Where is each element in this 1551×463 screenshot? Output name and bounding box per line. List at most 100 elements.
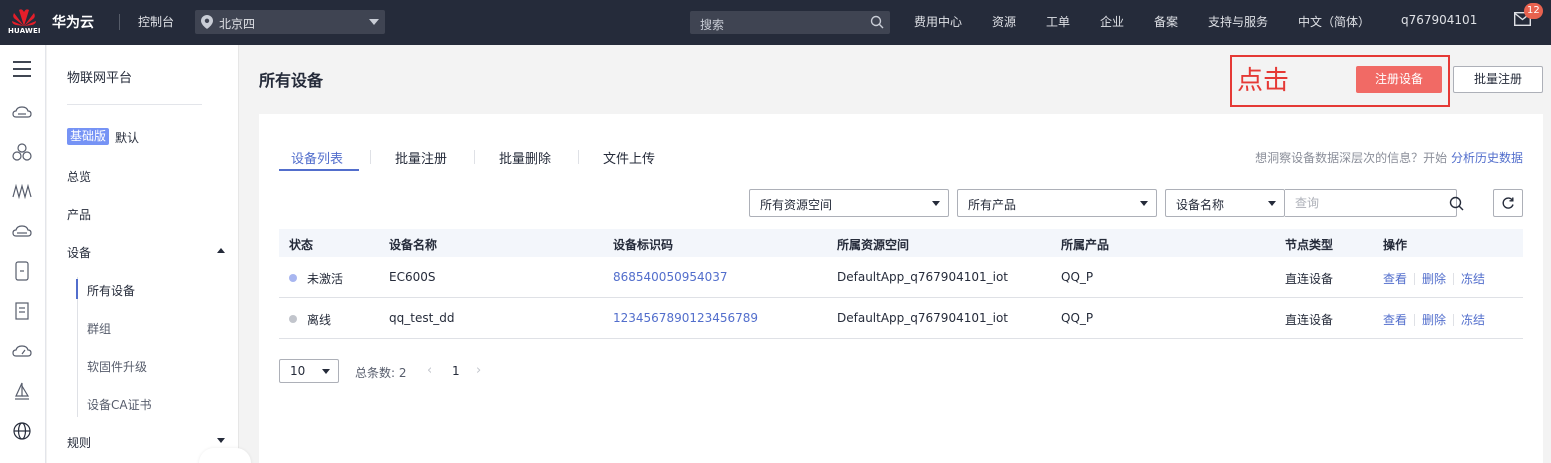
chevron-down-icon: [322, 369, 330, 374]
tab-batch-delete[interactable]: 批量删除: [499, 148, 551, 167]
delete-link[interactable]: 删除: [1422, 272, 1446, 286]
chevron-left-icon[interactable]: ‹: [427, 363, 432, 378]
resource-space-select[interactable]: 所有资源空间: [749, 189, 949, 217]
column-status: 状态: [289, 238, 314, 252]
status-text: 未激活: [307, 272, 344, 286]
table-row: 离线 qq_test_dd 1234567890123456789 Defaul…: [279, 298, 1523, 339]
document-icon[interactable]: [12, 301, 32, 321]
batch-register-button[interactable]: 批量注册: [1453, 66, 1543, 93]
query-input[interactable]: [1285, 189, 1457, 217]
page-size-value: 10: [290, 364, 306, 378]
view-link[interactable]: 查看: [1383, 313, 1407, 327]
node-type: 直连设备: [1285, 313, 1334, 327]
sidebar-item-devices[interactable]: 设备: [67, 244, 91, 261]
globe-icon[interactable]: [12, 421, 32, 441]
sidebar-item-groups[interactable]: 群组: [87, 320, 111, 337]
delete-link[interactable]: 删除: [1422, 313, 1446, 327]
tab-file-upload[interactable]: 文件上传: [603, 148, 655, 167]
chevron-up-icon[interactable]: [217, 248, 225, 253]
chevron-down-icon: [369, 19, 379, 25]
cloud-storage-icon[interactable]: [12, 221, 32, 241]
page-size-select[interactable]: 10: [279, 359, 339, 383]
sidebar-item-rules[interactable]: 规则: [67, 434, 91, 451]
tab-device-list[interactable]: 设备列表: [291, 148, 343, 167]
column-device-id: 设备标识码: [613, 238, 674, 252]
sidebar-item-products[interactable]: 产品: [67, 206, 91, 223]
search-icon[interactable]: [1449, 196, 1464, 211]
device-icon[interactable]: [12, 261, 32, 281]
sidebar-item-all-devices[interactable]: 所有设备: [87, 282, 135, 299]
refresh-button[interactable]: [1493, 189, 1523, 217]
register-device-button[interactable]: 注册设备: [1356, 66, 1442, 93]
sail-icon[interactable]: [12, 381, 32, 401]
cluster-icon[interactable]: [12, 142, 32, 162]
analyze-history-link[interactable]: 分析历史数据: [1451, 151, 1523, 165]
column-device-name: 设备名称: [389, 238, 438, 252]
chevron-down-icon: [1268, 201, 1276, 206]
nav-enterprise[interactable]: 企业: [1100, 13, 1124, 30]
node-type: 直连设备: [1285, 272, 1334, 286]
sidebar-item-firmware-upgrade[interactable]: 软固件升级: [87, 358, 147, 375]
divider: [1414, 314, 1416, 326]
nav-filing[interactable]: 备案: [1154, 13, 1178, 30]
annotation-text: 点击: [1237, 66, 1290, 96]
edition-badge: 基础版: [67, 128, 110, 145]
service-icon-rail: [0, 45, 46, 463]
chevron-down-icon: [932, 201, 940, 206]
resource-space: DefaultApp_q767904101_iot: [837, 270, 1008, 284]
edition-label[interactable]: 默认: [115, 129, 139, 146]
divider: [474, 150, 475, 164]
search-field-select[interactable]: 设备名称: [1165, 189, 1285, 217]
divider: [578, 150, 579, 164]
page-title: 所有设备: [259, 71, 324, 90]
active-indicator: [76, 279, 78, 299]
device-name: EC600S: [389, 270, 436, 284]
divider: [1453, 314, 1455, 326]
product: QQ_P: [1061, 270, 1094, 284]
search-icon[interactable]: [870, 15, 884, 29]
nav-account[interactable]: q767904101: [1401, 13, 1477, 27]
column-product: 所属产品: [1061, 238, 1110, 252]
status-text: 离线: [307, 313, 332, 327]
freeze-link[interactable]: 冻结: [1461, 272, 1485, 286]
view-link[interactable]: 查看: [1383, 272, 1407, 286]
search-placeholder: 搜索: [700, 18, 725, 32]
nav-resources[interactable]: 资源: [992, 13, 1016, 30]
chevron-right-icon[interactable]: ›: [476, 363, 481, 378]
region-selector[interactable]: 北京四: [195, 10, 385, 34]
floating-widget[interactable]: [199, 448, 251, 463]
location-pin-icon: [201, 15, 213, 29]
menu-icon[interactable]: [12, 59, 32, 79]
product-select[interactable]: 所有产品: [957, 189, 1157, 217]
page-number[interactable]: 1: [452, 364, 460, 378]
resource-space: DefaultApp_q767904101_iot: [837, 311, 1008, 325]
global-search[interactable]: 搜索: [690, 11, 890, 34]
divider: [370, 150, 371, 164]
chevron-down-icon[interactable]: [217, 438, 225, 443]
refresh-icon: [1502, 197, 1514, 209]
nav-language[interactable]: 中文（简体）: [1298, 13, 1370, 30]
device-id-link[interactable]: 1234567890123456789: [613, 311, 758, 325]
status-dot-icon: [289, 315, 297, 323]
wave-icon[interactable]: [12, 181, 32, 201]
sidebar-title: 物联网平台: [67, 71, 133, 86]
tab-batch-register[interactable]: 批量注册: [395, 148, 447, 167]
product-sidebar: 物联网平台 基础版 默认 总览 产品 设备 所有设备 群组 软固件升级 设备CA…: [47, 45, 239, 463]
insight-text: 想洞察设备数据深层次的信息？开始: [1255, 151, 1451, 165]
nav-tickets[interactable]: 工单: [1046, 13, 1070, 30]
brand-name[interactable]: 华为云: [52, 12, 94, 32]
console-link[interactable]: 控制台: [138, 13, 174, 30]
search-field-value: 设备名称: [1176, 198, 1225, 212]
table-header: 状态 设备名称 设备标识码 所属资源空间 所属产品 节点类型 操作: [279, 229, 1523, 257]
cloud-speed-icon[interactable]: [12, 341, 32, 361]
sidebar-item-overview[interactable]: 总览: [67, 168, 91, 185]
cloud-server-icon[interactable]: [12, 103, 32, 123]
logo-text: HUAWEI: [8, 27, 41, 35]
device-id-link[interactable]: 868540050954037: [613, 270, 728, 284]
divider: [119, 14, 120, 30]
sidebar-item-ca-certificate[interactable]: 设备CA证书: [87, 396, 152, 413]
nav-support[interactable]: 支持与服务: [1208, 13, 1268, 30]
row-actions: 查看 删除 冻结: [1383, 270, 1485, 287]
nav-billing[interactable]: 费用中心: [914, 13, 962, 30]
freeze-link[interactable]: 冻结: [1461, 313, 1485, 327]
